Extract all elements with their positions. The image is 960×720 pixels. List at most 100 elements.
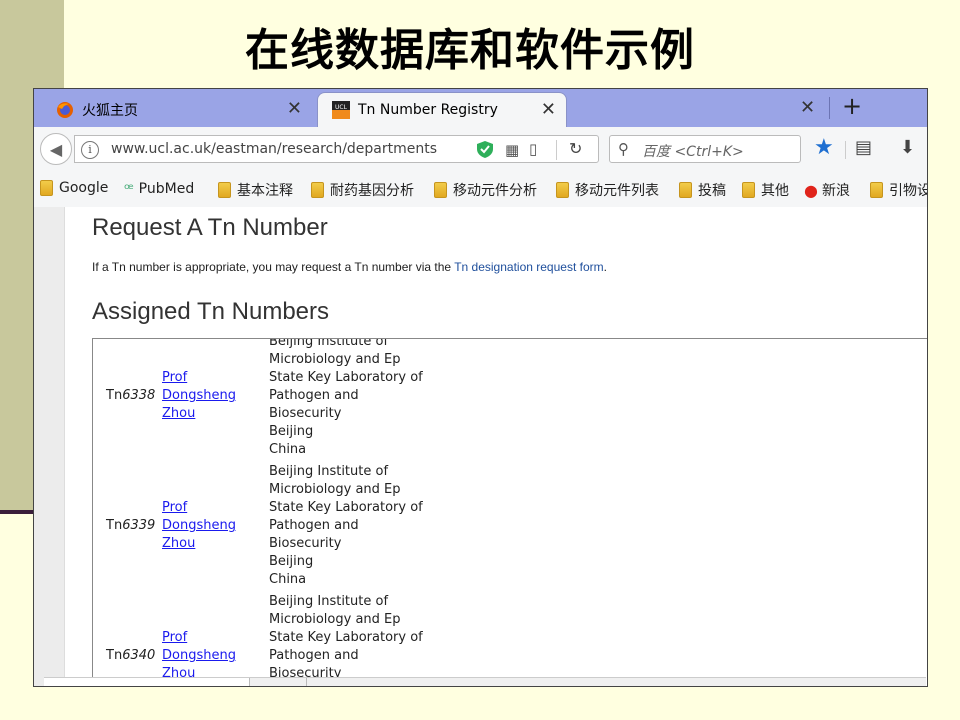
institution-line: Biosecurity bbox=[269, 536, 342, 551]
institution-line: China bbox=[269, 442, 307, 457]
folder-icon bbox=[679, 182, 692, 198]
bookmark-sina[interactable]: ● 新浪 bbox=[804, 180, 850, 200]
institution-line: Beijing Institute of bbox=[269, 338, 389, 349]
bookmark-google[interactable]: Google bbox=[40, 180, 108, 196]
person-name-line[interactable]: Prof bbox=[162, 499, 262, 517]
reader-view-icon[interactable]: ▯ bbox=[529, 140, 537, 158]
close-icon[interactable]: ✕ bbox=[287, 98, 302, 119]
person-name-line[interactable]: Prof bbox=[162, 629, 262, 647]
ucl-icon: UCL bbox=[332, 101, 350, 119]
institution-line: State Key Laboratory of bbox=[269, 630, 423, 645]
person-name-line[interactable]: Zhou bbox=[162, 535, 262, 553]
info-icon[interactable]: i bbox=[81, 141, 99, 159]
new-tab-icon[interactable]: + bbox=[842, 92, 862, 120]
download-icon[interactable]: ⬇ bbox=[900, 137, 915, 158]
person-name-line[interactable]: Dongsheng bbox=[162, 647, 262, 665]
person-name-line[interactable]: Dongsheng bbox=[162, 517, 262, 535]
horizontal-scrollbar[interactable] bbox=[44, 677, 926, 686]
tn-number: Tn6339 bbox=[106, 517, 155, 535]
search-bar[interactable]: ⚲ 百度 <Ctrl+K> bbox=[609, 135, 801, 163]
institution-line: Pathogen and bbox=[269, 518, 359, 533]
close-icon[interactable]: ✕ bbox=[541, 99, 556, 120]
institution-line: State Key Laboratory of bbox=[269, 500, 423, 515]
search-icon: ⚲ bbox=[618, 140, 629, 158]
slide-title: 在线数据库和软件示例 bbox=[245, 25, 695, 76]
bookmark-label: 基本注释 bbox=[237, 183, 293, 199]
request-description: If a Tn number is appropriate, you may r… bbox=[92, 260, 607, 274]
tab-firefox-home[interactable]: 火狐主页 ✕ bbox=[42, 92, 312, 127]
table-row: Tn6339 Prof Dongsheng Zhou Beijing Institute… bbox=[93, 463, 923, 593]
scrollbar-thumb[interactable] bbox=[44, 678, 250, 686]
institution-line: Biosecurity bbox=[269, 406, 342, 421]
tab-tn-registry[interactable]: UCL Tn Number Registry ✕ bbox=[317, 92, 567, 127]
institution-line: Microbiology and Ep bbox=[269, 352, 401, 367]
assigned-heading: Assigned Tn Numbers bbox=[92, 298, 329, 325]
bookmark-submission[interactable]: 投稿 bbox=[679, 180, 726, 200]
institution-line: Beijing bbox=[269, 424, 314, 439]
divider bbox=[845, 141, 846, 159]
table-row: Tn6338 Prof Dongsheng Zhou Beijing Institute… bbox=[93, 338, 923, 463]
institution-line: China bbox=[269, 572, 307, 587]
close-icon[interactable]: ✕ bbox=[800, 97, 815, 118]
page-gutter bbox=[34, 207, 64, 686]
url-input[interactable]: www.ucl.ac.uk/eastman/research/departmen… bbox=[111, 141, 481, 157]
bookmark-resistance-genes[interactable]: 耐药基因分析 bbox=[311, 180, 414, 200]
request-suffix: . bbox=[603, 260, 607, 274]
institution-line: Beijing Institute of bbox=[269, 594, 389, 609]
bookmark-label: 其他 bbox=[761, 183, 789, 199]
bookmark-basic-annotation[interactable]: 基本注释 bbox=[218, 180, 293, 200]
institution-line: Beijing bbox=[269, 554, 314, 569]
shield-icon[interactable] bbox=[477, 141, 493, 158]
firefox-icon bbox=[56, 101, 74, 119]
person-link[interactable]: Prof Dongsheng Zhou bbox=[162, 629, 262, 683]
search-input[interactable]: 百度 <Ctrl+K> bbox=[642, 141, 744, 161]
url-bar[interactable]: i www.ucl.ac.uk/eastman/research/departm… bbox=[74, 135, 599, 163]
bookmark-pubmed[interactable]: ꟹ PubMed bbox=[124, 180, 194, 198]
bookmark-star-icon[interactable]: ★ bbox=[814, 135, 834, 160]
bookmark-label: 新浪 bbox=[821, 183, 850, 199]
folder-icon bbox=[218, 182, 231, 198]
assigned-table: Tn6338 Prof Dongsheng Zhou Beijing Institute… bbox=[92, 338, 927, 685]
person-name-line[interactable]: Prof bbox=[162, 369, 262, 387]
divider bbox=[829, 97, 830, 119]
bookmark-label: Google bbox=[59, 180, 109, 196]
folder-icon bbox=[742, 182, 755, 198]
bookmark-label: 移动元件分析 bbox=[453, 183, 537, 199]
person-name-line[interactable]: Dongsheng bbox=[162, 387, 262, 405]
tn-digits: 6338 bbox=[122, 388, 156, 403]
reload-icon[interactable]: ↻ bbox=[569, 139, 582, 158]
bookmark-mobile-element-list[interactable]: 移动元件列表 bbox=[556, 180, 659, 200]
svg-text:UCL: UCL bbox=[335, 104, 348, 111]
institution-line: Microbiology and Ep bbox=[269, 612, 401, 627]
institution-cell: Beijing Institute of Microbiology and Ep S… bbox=[269, 338, 469, 459]
qr-code-icon[interactable]: ▦ bbox=[505, 141, 519, 159]
folder-icon bbox=[311, 182, 324, 198]
tn-digits: 6339 bbox=[122, 518, 156, 533]
institution-line: Pathogen and bbox=[269, 648, 359, 663]
institution-cell: Beijing Institute of Microbiology and Ep S… bbox=[269, 463, 469, 589]
tab-label: Tn Number Registry bbox=[358, 102, 498, 118]
person-link[interactable]: Prof Dongsheng Zhou bbox=[162, 499, 262, 553]
tn-prefix: Tn bbox=[106, 388, 123, 403]
bookmark-mobile-element-analysis[interactable]: 移动元件分析 bbox=[434, 180, 537, 200]
bookmark-primer[interactable]: 引物设 bbox=[870, 180, 927, 200]
tab-label: 火狐主页 bbox=[82, 102, 138, 119]
scrollbar-segment bbox=[250, 678, 307, 686]
institution-line: State Key Laboratory of bbox=[269, 370, 423, 385]
request-text: If a Tn number is appropriate, you may r… bbox=[92, 260, 455, 274]
divider bbox=[556, 140, 557, 160]
bookmark-label: 引物设 bbox=[889, 183, 927, 199]
tn-number: Tn6340 bbox=[106, 647, 155, 665]
back-button[interactable]: ◀ bbox=[40, 133, 72, 165]
person-link[interactable]: Prof Dongsheng Zhou bbox=[162, 369, 262, 423]
institution-line: Beijing Institute of bbox=[269, 464, 389, 479]
navigation-bar: ◀ i www.ucl.ac.uk/eastman/research/depar… bbox=[34, 127, 927, 172]
bookmarks-menu-icon[interactable]: ▤ bbox=[855, 137, 872, 158]
request-form-link[interactable]: Tn designation request form bbox=[454, 260, 603, 274]
person-name-line[interactable]: Zhou bbox=[162, 405, 262, 423]
institution-cell: Beijing Institute of Microbiology and Ep S… bbox=[269, 593, 469, 683]
folder-icon bbox=[870, 182, 883, 198]
bookmark-label: 耐药基因分析 bbox=[330, 183, 414, 199]
folder-icon bbox=[40, 180, 53, 196]
bookmark-other[interactable]: 其他 bbox=[742, 180, 789, 200]
